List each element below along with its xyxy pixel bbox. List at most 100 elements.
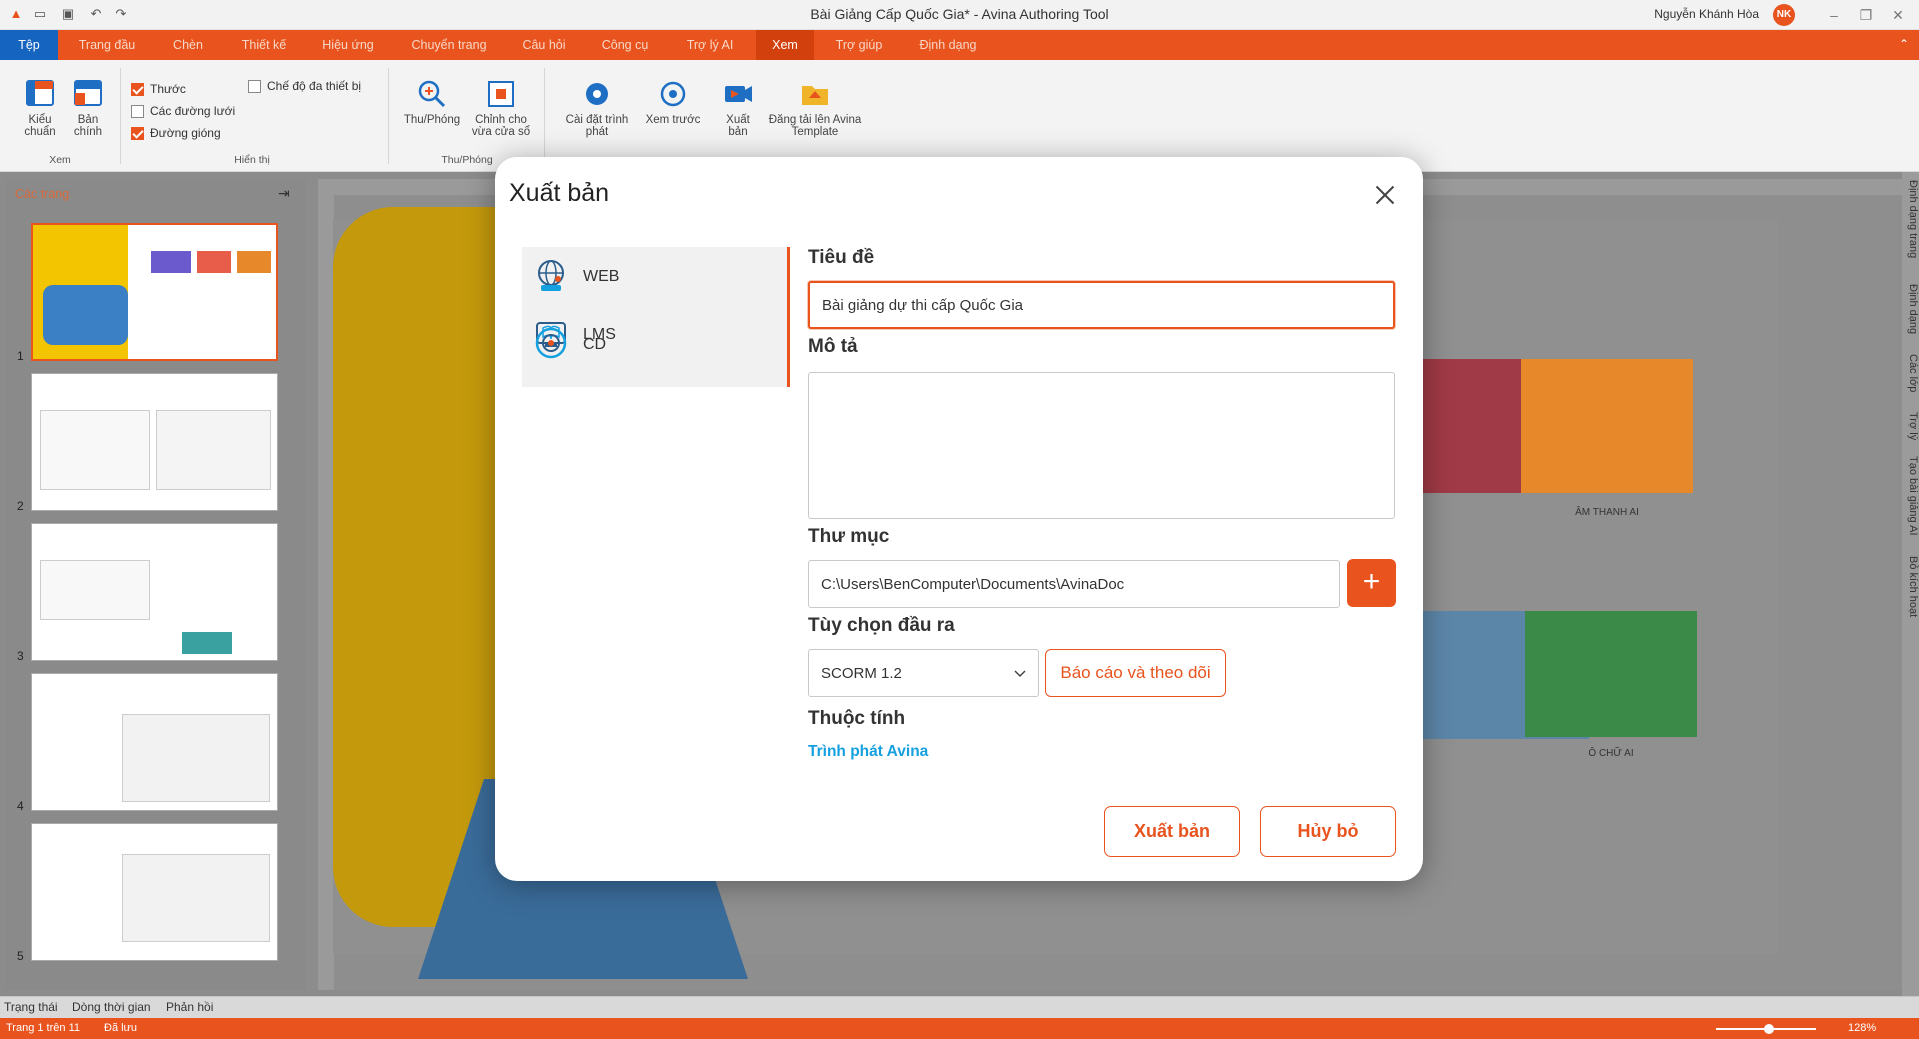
ruler-check-box[interactable] (131, 82, 144, 96)
avatar[interactable]: NK (1773, 4, 1795, 26)
tab-feedback[interactable]: Phản hồi (166, 1000, 213, 1014)
target-cd[interactable]: CD (534, 320, 784, 370)
folder-upload-icon (799, 78, 831, 110)
menu-help[interactable]: Trợ giúp (826, 30, 892, 60)
guides-check-box[interactable] (131, 126, 144, 140)
folder-input-value: C:\Users\BenComputer\Documents\AvinaDoc (821, 575, 1125, 593)
side-tab-deactivate[interactable]: Bỏ kích hoạt (1902, 556, 1919, 617)
menu-questions[interactable]: Câu hỏi (512, 30, 576, 60)
grid-checkbox[interactable]: Các đường lưới (131, 104, 235, 118)
grid-label: Các đường lưới (150, 104, 236, 118)
restore-icon[interactable]: ❐ (1853, 3, 1879, 27)
normal-view-label: Kiểu chuẩn (24, 114, 56, 138)
thumbnail-shape (151, 251, 191, 273)
menu-format[interactable]: Định dạng (908, 30, 988, 60)
fit-window-button[interactable]: Chỉnh cho vừa cửa sổ (468, 78, 534, 138)
menu-file[interactable]: Tệp (0, 30, 58, 60)
publish-dialog: Xuất bản WEB LMS CD Tiêu đề Bài giảng dự… (495, 157, 1423, 881)
publish-icon (722, 78, 754, 110)
preview-button[interactable]: Xem trước (638, 78, 708, 126)
ruler-checkbox[interactable]: Thước (131, 82, 186, 96)
cancel-button[interactable]: Hủy bỏ (1260, 806, 1396, 857)
save-status: Đã lưu (104, 1022, 138, 1034)
thumbnail-shape (182, 632, 232, 654)
player-settings-label: Cài đặt trình phát (565, 114, 629, 138)
normal-view-button[interactable]: Kiểu chuẩn (20, 78, 60, 138)
menu-ai-assistant[interactable]: Trợ lý AI (676, 30, 744, 60)
show-group-label: Hiển thị (234, 154, 270, 166)
page-thumbnail[interactable] (31, 673, 278, 811)
thumbnail-shape (40, 410, 150, 490)
zoom-level: 128% (1848, 1022, 1877, 1034)
menu-design[interactable]: Thiết kế (226, 30, 302, 60)
zoom-slider-handle[interactable] (1764, 1024, 1774, 1034)
menu-home[interactable]: Trang đầu (68, 30, 146, 60)
ribbon-separator (544, 68, 545, 164)
publish-confirm-button[interactable]: Xuất bản (1104, 806, 1240, 857)
ribbon: Kiểu chuẩn Bản chính Xem Thước Các đường… (0, 60, 1919, 172)
multi-device-label: Chế độ đa thiết bị (267, 79, 362, 93)
multi-device-check-box[interactable] (248, 79, 261, 93)
description-label: Mô tả (808, 336, 858, 357)
page-thumbnail[interactable] (31, 823, 278, 961)
page-number: 3 (17, 649, 24, 663)
side-tab-page-format[interactable]: Định dạng trang (1902, 180, 1919, 258)
menu-effects[interactable]: Hiệu ứng (312, 30, 384, 60)
multi-device-checkbox[interactable]: Chế độ đa thiết bị (248, 79, 361, 93)
browse-folder-button[interactable]: + (1347, 559, 1396, 607)
player-settings-button[interactable]: Cài đặt trình phát (560, 78, 634, 138)
globe-icon (534, 258, 568, 297)
player-link[interactable]: Trình phát Avina (808, 743, 928, 761)
master-view-button[interactable]: Bản chính (68, 78, 108, 138)
page-thumbnail[interactable] (31, 223, 278, 361)
target-web[interactable]: WEB (534, 252, 784, 302)
page-thumbnail[interactable] (31, 373, 278, 511)
report-tracking-button[interactable]: Báo cáo và theo dõi (1045, 649, 1226, 697)
description-input[interactable] (808, 372, 1395, 519)
ribbon-separator (120, 68, 121, 164)
folder-label: Thư mục (808, 526, 890, 547)
right-side-panel: Định dạng trang Định dạng Các lớp Trợ lý… (1902, 172, 1919, 1018)
menu-transition[interactable]: Chuyển trang (400, 30, 498, 60)
dialog-title: Xuất bản (509, 179, 610, 207)
tab-status[interactable]: Trạng thái (4, 1000, 58, 1014)
guides-checkbox[interactable]: Đường gióng (131, 126, 221, 140)
target-web-label: WEB (583, 268, 620, 285)
collapse-ribbon-icon[interactable]: ⌃ (1899, 37, 1909, 51)
side-tab-assistant[interactable]: Trợ lý (1902, 412, 1919, 440)
close-icon[interactable] (1373, 183, 1397, 207)
folder-input[interactable]: C:\Users\BenComputer\Documents\AvinaDoc (808, 560, 1340, 608)
slide-card[interactable] (1521, 359, 1693, 493)
thumbnail-shape (43, 285, 128, 345)
title-input-value: Bài giảng dự thi cấp Quốc Gia (822, 296, 1023, 314)
page-thumbnail[interactable] (31, 523, 278, 661)
minimize-icon[interactable]: – (1821, 3, 1847, 27)
side-tab-format[interactable]: Định dạng (1902, 284, 1919, 334)
bottom-tabs: Trạng thái Dòng thời gian Phản hồi (0, 996, 1919, 1018)
target-cd-label: CD (583, 336, 607, 353)
master-view-label: Bản chính (73, 114, 103, 138)
close-window-icon[interactable]: ✕ (1885, 3, 1911, 27)
zoom-button[interactable]: Thu/Phóng (398, 78, 466, 126)
output-options-label: Tùy chọn đầu ra (808, 615, 955, 636)
menu-insert[interactable]: Chèn (160, 30, 216, 60)
publish-button[interactable]: Xuất bản (716, 78, 760, 138)
upload-template-button[interactable]: Đăng tải lên Avina Template (766, 78, 864, 138)
slide-card[interactable] (1525, 611, 1697, 737)
tab-timeline[interactable]: Dòng thời gian (72, 1000, 151, 1014)
pin-panel-icon[interactable]: ⇥ (278, 185, 290, 202)
side-tab-layers[interactable]: Các lớp (1902, 354, 1919, 392)
title-bar: ▲ ▭ ▣ ↶ ↷ Bài Giảng Cấp Quốc Gia* - Avin… (0, 0, 1919, 30)
zoom-label: Thu/Phóng (403, 114, 461, 126)
output-format-select[interactable]: SCORM 1.2 (808, 649, 1039, 697)
grid-check-box[interactable] (131, 104, 144, 118)
side-tab-ai-lecture[interactable]: Tạo bài giảng AI (1902, 456, 1919, 536)
menu-tools[interactable]: Công cụ (592, 30, 658, 60)
publish-label: Xuất bản (726, 114, 750, 138)
ribbon-separator (388, 68, 389, 164)
title-input[interactable]: Bài giảng dự thi cấp Quốc Gia (808, 281, 1395, 329)
menu-view[interactable]: Xem (756, 30, 814, 60)
page-number: 5 (17, 949, 24, 963)
user-name: Nguyễn Khánh Hòa (1654, 7, 1759, 21)
eye-icon (657, 78, 689, 110)
